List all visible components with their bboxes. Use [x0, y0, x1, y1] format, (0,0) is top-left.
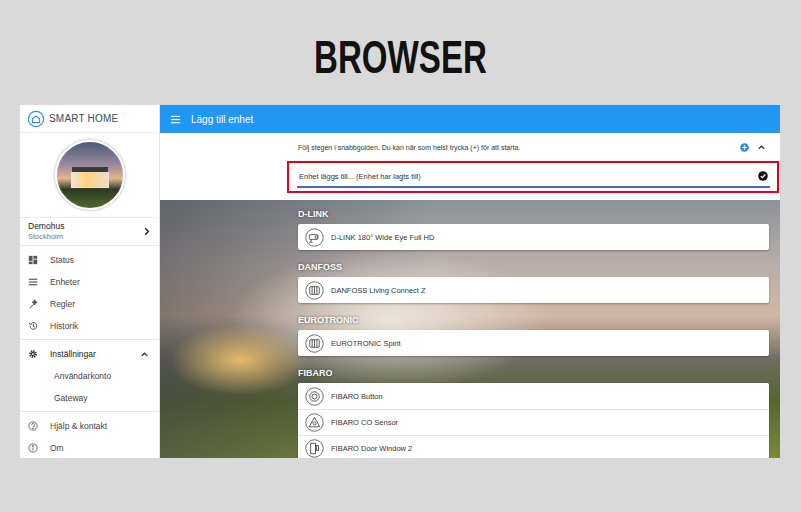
help-icon: [28, 421, 38, 431]
device-card[interactable]: FIBARO CO Sensor: [298, 409, 769, 435]
device-name: FIBARO Button: [331, 392, 383, 401]
device-name: FIBARO CO Sensor: [331, 418, 398, 427]
device-card[interactable]: EUROTRONIC Spirit: [298, 330, 769, 356]
rules-icon: [28, 299, 38, 309]
quick-guide-panel: Följ stegen i snabbguiden. Du kan när so…: [160, 133, 780, 200]
device-list: D-LINK D-LINK 180° Wide Eye Full HD DANFOS…: [160, 200, 780, 458]
device-name: EUROTRONIC Spirit: [331, 339, 401, 348]
avatar-area: [20, 133, 159, 218]
toolbar-title: Lägg till enhet: [191, 114, 253, 125]
nav-section: InställningarAnvändarkontoGateway: [20, 340, 159, 412]
device-card[interactable]: FIBARO Door Window 2: [298, 435, 769, 458]
device-card-list: DANFOSS Living Connect Z: [298, 277, 769, 303]
field-value: Enhet läggs till... (Enhet har lagts til…: [299, 172, 758, 181]
browser-screenshot: SMART HOMEDemohusStockholmStatusEnheterR…: [20, 105, 780, 458]
house-shape: [71, 172, 109, 188]
house-logo-icon: [27, 110, 45, 128]
page: BROWSERSMART HOMEDemohusStockholmStatusE…: [0, 0, 801, 512]
chevron-right-icon: [142, 227, 151, 236]
group-header: DANFOSS: [298, 253, 769, 277]
radiator-icon: [305, 334, 324, 353]
group-header: EUROTRONIC: [298, 306, 769, 330]
nav-item[interactable]: Historik: [20, 315, 159, 337]
nav-item[interactable]: Gateway: [20, 387, 159, 409]
nav-item[interactable]: Om: [20, 437, 159, 458]
nav-item[interactable]: Användarkonto: [20, 365, 159, 387]
device-name: D-LINK 180° Wide Eye Full HD: [331, 233, 434, 242]
device-group: FIBAROFIBARO ButtonFIBARO CO SensorFIBAR…: [298, 359, 769, 458]
nav-item[interactable]: Hjälp & kontakt: [20, 415, 159, 437]
home-location: Stockholm: [28, 232, 142, 242]
home-name: Demohus: [28, 221, 142, 232]
nav-item[interactable]: Enheter: [20, 271, 159, 293]
toolbar: Lägg till enhet: [160, 105, 780, 133]
device-name: DANFOSS Living Connect Z: [331, 286, 426, 295]
history-icon: [28, 321, 38, 331]
device-group: D-LINK D-LINK 180° Wide Eye Full HD: [298, 200, 769, 250]
group-header: D-LINK: [298, 200, 769, 224]
dashboard-icon: [28, 255, 38, 265]
main-content: Lägg till enhet Följ stegen i snabbguiden…: [160, 105, 780, 458]
sidebar: SMART HOMEDemohusStockholmStatusEnheterR…: [20, 105, 160, 458]
nav-item[interactable]: Regler: [20, 293, 159, 315]
door-icon: [305, 439, 324, 458]
page-title: BROWSER: [112, 0, 689, 105]
logo[interactable]: SMART HOME: [20, 105, 159, 133]
check-circle-icon: [758, 171, 768, 181]
nav-section: Hjälp & kontaktOm: [20, 412, 159, 458]
guide-text: Följ stegen i snabbguiden. Du kan när so…: [298, 144, 740, 151]
nav-item[interactable]: Status: [20, 249, 159, 271]
gear-icon: [28, 349, 38, 359]
nav-section: StatusEnheterReglerHistorik: [20, 246, 159, 340]
device-card-list: EUROTRONIC Spirit: [298, 330, 769, 356]
device-group: EUROTRONIC EUROTRONIC Spirit: [298, 306, 769, 356]
device-card[interactable]: D-LINK 180° Wide Eye Full HD: [298, 224, 769, 250]
status-field[interactable]: Enhet läggs till... (Enhet har lagts til…: [297, 165, 770, 188]
nav-item[interactable]: Inställningar: [20, 343, 159, 365]
device-card[interactable]: FIBARO Button: [298, 383, 769, 409]
device-name: FIBARO Door Window 2: [331, 444, 412, 453]
list-icon: [28, 277, 38, 287]
chevron-up-icon: [140, 350, 149, 359]
group-header: FIBARO: [298, 359, 769, 383]
highlight-box: Enhet läggs till... (Enhet har lagts til…: [287, 161, 779, 193]
background-photo: D-LINK D-LINK 180° Wide Eye Full HD DANFOS…: [160, 200, 780, 458]
home-photo[interactable]: [55, 140, 125, 210]
device-card[interactable]: DANFOSS Living Connect Z: [298, 277, 769, 303]
home-selector[interactable]: DemohusStockholm: [20, 218, 159, 246]
radiator-icon: [305, 281, 324, 300]
plus-circle-icon[interactable]: [740, 143, 749, 152]
hamburger-menu-icon[interactable]: [170, 114, 181, 125]
camera-icon: [305, 228, 324, 247]
device-group: DANFOSS DANFOSS Living Connect Z: [298, 253, 769, 303]
device-card-list: D-LINK 180° Wide Eye Full HD: [298, 224, 769, 250]
button-icon: [305, 387, 324, 406]
chevron-up-icon[interactable]: [757, 143, 766, 152]
device-card-list: FIBARO Button FIBARO CO Sensor FIBARO Door…: [298, 383, 769, 458]
sensor-icon: [305, 413, 324, 432]
info-icon: [28, 443, 38, 453]
